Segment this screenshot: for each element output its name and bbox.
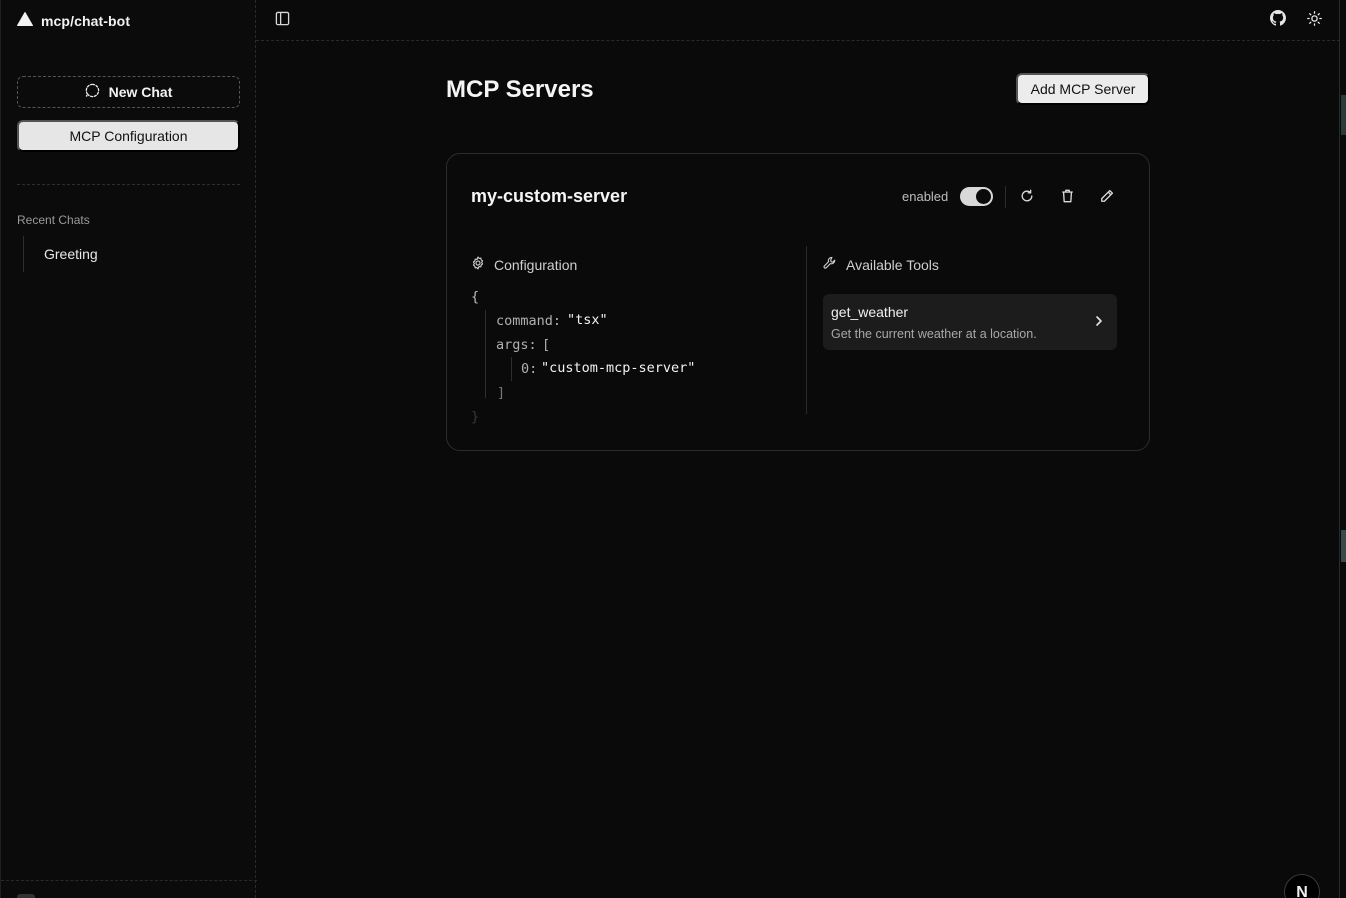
json-args-key: args: — [496, 337, 537, 353]
user-avatar[interactable]: N — [1284, 874, 1320, 898]
sidebar-toggle-icon[interactable] — [274, 10, 290, 26]
json-args-close: ] — [497, 385, 506, 401]
mcp-configuration-button[interactable]: MCP Configuration — [17, 120, 240, 152]
json-command-value: "tsx" — [567, 312, 608, 328]
json-indent-guide — [485, 310, 486, 398]
sidebar: mcp/chat-bot New Chat MCP Configuration … — [0, 0, 257, 898]
chevron-right-icon — [1093, 314, 1105, 333]
server-name: my-custom-server — [471, 186, 628, 206]
server-enabled-toggle[interactable] — [960, 187, 993, 206]
available-tools-label: Available Tools — [846, 256, 939, 273]
brand[interactable]: mcp/chat-bot — [17, 11, 130, 31]
json-arg0-value: "custom-mcp-server" — [541, 360, 696, 376]
available-tools-heading: Available Tools — [823, 256, 939, 273]
page-title: MCP Servers — [446, 76, 594, 103]
sidebar-divider — [17, 184, 240, 185]
new-chat-button[interactable]: New Chat — [17, 76, 240, 108]
recent-chat-item[interactable]: Greeting — [44, 246, 98, 262]
tool-description: Get the current weather at a location. — [831, 327, 1037, 341]
triangle-logo-icon — [17, 11, 33, 31]
json-open-brace: { — [471, 289, 480, 305]
section-divider — [806, 246, 807, 414]
pencil-icon[interactable] — [1099, 188, 1115, 204]
trash-icon[interactable] — [1059, 188, 1075, 204]
gear-icon — [471, 256, 485, 273]
edge-marker — [1341, 95, 1346, 135]
add-mcp-server-button[interactable]: Add MCP Server — [1016, 73, 1150, 105]
configuration-heading: Configuration — [471, 256, 577, 273]
json-close-brace: } — [471, 409, 480, 425]
tool-name: get_weather — [831, 304, 909, 320]
server-card: my-custom-server enabled Configuration {… — [446, 153, 1150, 451]
toolbar-separator — [1005, 186, 1006, 208]
toggle-knob — [976, 189, 991, 204]
edge-marker — [1341, 530, 1346, 562]
wrench-icon — [823, 256, 837, 273]
refresh-icon[interactable] — [1019, 188, 1035, 204]
json-args-open: [ — [542, 337, 551, 353]
app-title: mcp/chat-bot — [41, 13, 131, 29]
json-arg0-key: 0: — [521, 361, 538, 377]
server-status-label: enabled — [902, 189, 949, 204]
configuration-label: Configuration — [494, 256, 578, 273]
sidebar-footer-stub — [17, 894, 35, 898]
github-icon[interactable] — [1270, 10, 1286, 26]
topbar-divider — [256, 40, 1340, 41]
tool-item[interactable]: get_weather Get the current weather at a… — [823, 294, 1117, 350]
sun-icon[interactable] — [1306, 10, 1322, 26]
dashed-chat-bubble-icon — [85, 83, 100, 101]
json-command-key: command: — [496, 313, 562, 329]
sidebar-footer-divider — [1, 880, 257, 881]
json-indent-guide — [511, 357, 512, 381]
new-chat-label: New Chat — [108, 84, 173, 100]
recent-chats-list: Greeting — [23, 236, 240, 272]
recent-chats-heading: Recent Chats — [17, 213, 90, 227]
